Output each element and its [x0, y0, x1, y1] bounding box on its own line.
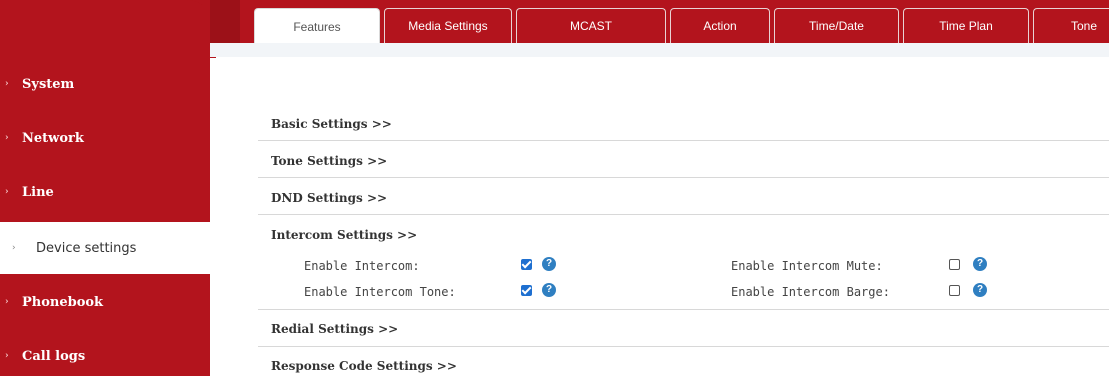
enable-intercom-label: Enable Intercom:	[304, 259, 420, 273]
sidebar-item-call-logs[interactable]: › Call logs	[0, 330, 210, 382]
enable-intercom-tone-label: Enable Intercom Tone:	[304, 285, 456, 299]
help-icon[interactable]: ?	[973, 257, 987, 271]
help-icon[interactable]: ?	[973, 283, 987, 297]
content-header-band	[210, 43, 1109, 57]
chevron-right-icon: ›	[5, 297, 9, 307]
section-redial-settings[interactable]: Redial Settings >>	[271, 322, 398, 336]
chevron-right-icon: ›	[5, 187, 9, 197]
tab-tone[interactable]: Tone	[1033, 8, 1109, 43]
divider	[258, 140, 1109, 141]
enable-intercom-mute-label: Enable Intercom Mute:	[731, 259, 883, 273]
sidebar-item-label: System	[22, 76, 75, 92]
section-dnd-settings[interactable]: DND Settings >>	[271, 191, 387, 205]
sidebar-item-phonebook[interactable]: › Phonebook	[0, 276, 210, 328]
section-response-code-settings[interactable]: Response Code Settings >>	[271, 359, 457, 373]
enable-intercom-barge-label: Enable Intercom Barge:	[731, 285, 890, 299]
divider	[258, 177, 1109, 178]
chevron-right-icon: ›	[12, 243, 16, 253]
sidebar-item-label: Call logs	[22, 348, 86, 364]
enable-intercom-mute-checkbox[interactable]	[949, 259, 960, 270]
help-icon[interactable]: ?	[542, 283, 556, 297]
divider	[258, 214, 1109, 215]
sidebar-item-label: Line	[22, 184, 54, 200]
divider	[258, 309, 1109, 310]
help-icon[interactable]: ?	[542, 257, 556, 271]
tab-bar-shadow	[210, 0, 240, 43]
chevron-right-icon: ›	[5, 79, 9, 89]
chevron-right-icon: ›	[5, 133, 9, 143]
sidebar-item-network[interactable]: › Network	[0, 112, 210, 164]
enable-intercom-checkbox[interactable]	[521, 259, 532, 270]
tab-media-settings[interactable]: Media Settings	[384, 8, 512, 43]
tab-features[interactable]: Features	[254, 8, 380, 45]
enable-intercom-tone-checkbox[interactable]	[521, 285, 532, 296]
divider	[258, 346, 1109, 347]
section-tone-settings[interactable]: Tone Settings >>	[271, 154, 387, 168]
tab-action[interactable]: Action	[670, 8, 770, 43]
sidebar-item-device-settings[interactable]: › Device settings	[0, 222, 210, 274]
sidebar: › System › Network › Line › Device setti…	[0, 0, 216, 376]
chevron-right-icon: ›	[5, 351, 9, 361]
section-basic-settings[interactable]: Basic Settings >>	[271, 117, 392, 131]
tab-time-plan[interactable]: Time Plan	[903, 8, 1029, 43]
sidebar-item-system[interactable]: › System	[0, 58, 210, 110]
sidebar-item-line[interactable]: › Line	[0, 166, 210, 218]
sidebar-item-label: Phonebook	[22, 294, 104, 310]
sidebar-item-label: Device settings	[36, 240, 137, 256]
tab-mcast[interactable]: MCAST	[516, 8, 666, 43]
enable-intercom-barge-checkbox[interactable]	[949, 285, 960, 296]
tab-bar: Features Media Settings MCAST Action Tim…	[210, 0, 1109, 45]
sidebar-item-label: Network	[22, 130, 84, 146]
section-intercom-settings[interactable]: Intercom Settings >>	[271, 228, 417, 242]
tab-time-date[interactable]: Time/Date	[774, 8, 899, 43]
